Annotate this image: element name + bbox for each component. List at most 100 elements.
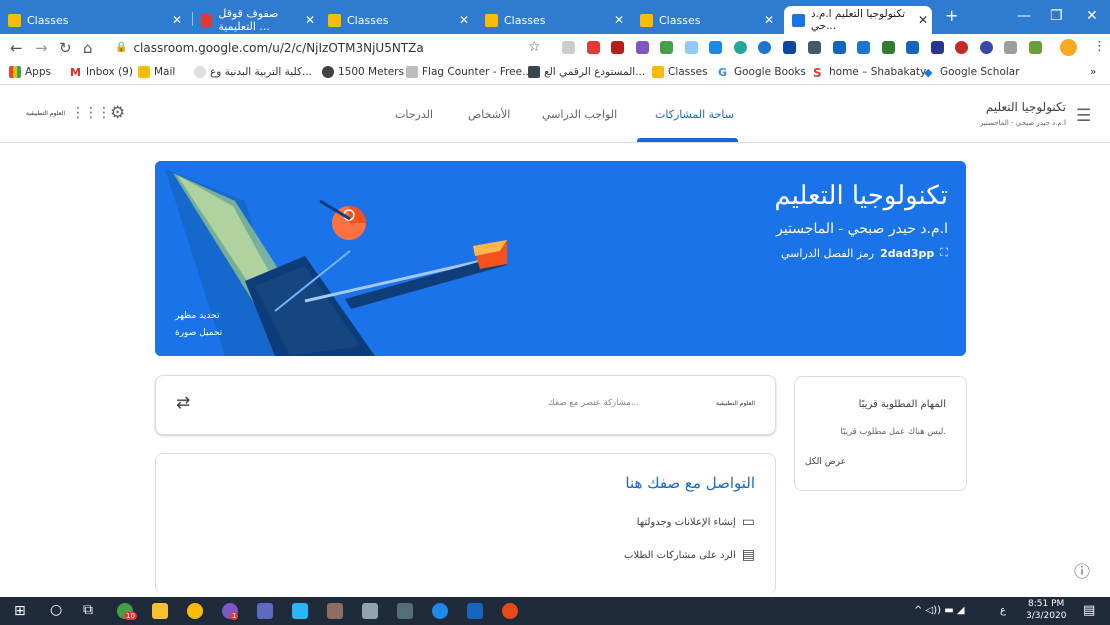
banner-class-section: ا.م.د حيدر صبحي - الماجستير	[776, 221, 948, 237]
upload-photo-link[interactable]: تحميل صورة	[175, 328, 222, 338]
close-tab-icon[interactable]: ✕	[305, 13, 315, 27]
clock-time[interactable]: 8:51 PM	[1028, 599, 1064, 609]
settings-gear-icon[interactable]: ⚙	[110, 103, 125, 123]
bookmark-shabakaty[interactable]: S home – Shabakaty	[813, 66, 926, 80]
file-explorer-icon[interactable]	[152, 603, 168, 619]
bookmark-repository[interactable]: المستودع الرقمي الع...	[528, 66, 645, 78]
share-input-placeholder[interactable]: مشاركة عنصر مع صفك...	[548, 398, 639, 408]
extension-icon[interactable]	[906, 41, 919, 54]
browser-tab[interactable]: صفوف قوقل التعليمية ... ✕	[193, 6, 319, 34]
bookmark-apps[interactable]: Apps	[9, 66, 51, 78]
profile-avatar-icon[interactable]	[1060, 39, 1077, 56]
home-icon[interactable]: ⌂	[83, 39, 93, 57]
bookmark-star-icon[interactable]: ☆	[528, 39, 541, 55]
powerpoint-icon[interactable]	[502, 603, 518, 619]
bookmark-label: Flag Counter - Free...	[422, 66, 533, 78]
address-bar[interactable]: 🔒 classroom.google.com/u/2/c/NjIzOTM3NjU…	[115, 37, 545, 58]
clock-date[interactable]: 3/3/2020	[1026, 611, 1066, 621]
class-code-value[interactable]: 2dad3pp	[880, 247, 934, 260]
classroom-header: العلوم التطبيقية ⋮⋮⋮ ⚙ الدرجات الأشخاص ا…	[0, 85, 1110, 143]
minimize-icon[interactable]: —	[1017, 8, 1031, 24]
input-language[interactable]: ع	[1000, 605, 1006, 616]
tab-grades[interactable]: الدرجات	[395, 108, 433, 121]
close-tab-icon[interactable]: ✕	[459, 13, 469, 27]
app-icon[interactable]	[327, 603, 343, 619]
app-icon[interactable]	[257, 603, 273, 619]
extension-icon[interactable]	[734, 41, 747, 54]
chrome-icon[interactable]	[187, 603, 203, 619]
extension-icon[interactable]	[857, 41, 870, 54]
account-label[interactable]: العلوم التطبيقية	[26, 110, 65, 117]
fullscreen-code-icon[interactable]: ⛶	[940, 246, 948, 260]
checkmark-extension-icon[interactable]	[660, 41, 673, 54]
extension-icon[interactable]	[955, 41, 968, 54]
restore-icon[interactable]: ❐	[1050, 8, 1063, 24]
extension-icon[interactable]	[1029, 41, 1042, 54]
apps-grid-icon[interactable]: ⋮⋮⋮	[71, 105, 111, 121]
extension-icon[interactable]	[1004, 41, 1017, 54]
start-windows-icon[interactable]: ⊞	[14, 603, 26, 619]
tab-classwork[interactable]: الواجب الدراسي	[542, 108, 617, 121]
outlook-icon[interactable]	[467, 603, 483, 619]
main-menu-icon[interactable]: ☰	[1076, 106, 1091, 126]
bookmark-google-books[interactable]: G Google Books	[718, 66, 806, 79]
class-code-label: رمز الفصل الدراسي	[781, 246, 875, 260]
bookmark-mail[interactable]: Mail	[138, 66, 175, 78]
close-tab-icon[interactable]: ✕	[918, 13, 928, 27]
menu-kebab-icon[interactable]: ⋮	[1093, 39, 1106, 54]
extension-icon[interactable]	[758, 41, 771, 54]
task-view-icon[interactable]: ⧉	[83, 602, 93, 618]
tab-people[interactable]: الأشخاص	[468, 108, 510, 121]
class-name: تكنولوجيا التعليم	[985, 100, 1066, 114]
app-icon[interactable]	[362, 603, 378, 619]
extension-icon[interactable]	[587, 41, 600, 54]
tray-icons[interactable]: ^ ◁)) ▬ ◢	[914, 605, 965, 616]
extension-icon[interactable]	[611, 41, 624, 54]
help-icon[interactable]: ⓘ	[1074, 558, 1090, 582]
bookmark-inbox[interactable]: M Inbox (9)	[70, 66, 133, 79]
extension-icon[interactable]	[980, 41, 993, 54]
close-tab-icon[interactable]: ✕	[172, 13, 182, 27]
reload-icon[interactable]: ↻	[59, 39, 72, 57]
extension-icon[interactable]	[882, 41, 895, 54]
extension-icon[interactable]	[709, 41, 722, 54]
browser-tab[interactable]: Classes ✕	[320, 6, 477, 34]
select-theme-link[interactable]: تحديد مظهر	[175, 311, 219, 321]
bookmark-college[interactable]: كلية التربية البدنية وع...	[194, 66, 312, 78]
extension-icon[interactable]	[636, 41, 649, 54]
bookmark-label: Classes	[668, 66, 708, 78]
extension-icon[interactable]	[562, 41, 575, 54]
view-all-link[interactable]: عرض الكل	[805, 457, 846, 467]
browser-tab[interactable]: Classes ✕	[632, 6, 782, 34]
new-tab-button[interactable]: +	[945, 6, 958, 25]
close-tab-icon[interactable]: ✕	[764, 13, 774, 27]
browser-tab-active[interactable]: تكنولوجيا التعليم ا.م.د حي... ✕	[784, 6, 932, 34]
extension-icon[interactable]	[783, 41, 796, 54]
browser-tab[interactable]: Classes ✕	[477, 6, 632, 34]
bookmark-1500-meters[interactable]: 1500 Meters	[322, 66, 404, 78]
bookmark-classes[interactable]: Classes	[652, 66, 708, 78]
notifications-icon[interactable]: ▤	[1083, 603, 1095, 618]
browser-tab-title: Classes	[347, 13, 389, 27]
repost-icon[interactable]: ⇄	[176, 393, 190, 413]
tab-stream[interactable]: ساحة المشاركات	[655, 108, 734, 121]
extension-icon[interactable]	[808, 41, 821, 54]
app-icon[interactable]	[432, 603, 448, 619]
extension-icon[interactable]	[685, 41, 698, 54]
bookmark-google-scholar[interactable]: ◆ Google Scholar	[924, 66, 1020, 79]
browser-tab[interactable]: Classes ✕	[0, 6, 190, 34]
share-with-class-box[interactable]: ⇄ مشاركة عنصر مع صفك... العلوم التطبيقية	[155, 375, 776, 435]
bookmarks-overflow-button[interactable]: »	[1090, 66, 1096, 78]
banner-class-title: تكنولوجيا التعليم	[774, 181, 948, 211]
extension-icon[interactable]	[931, 41, 944, 54]
close-tab-icon[interactable]: ✕	[614, 13, 624, 27]
search-circle-icon[interactable]: ○	[50, 602, 62, 618]
class-section: ا.م.د حيدر صبحي - الماجستير	[979, 119, 1066, 127]
forward-icon[interactable]: →	[35, 39, 48, 57]
back-icon[interactable]: ←	[10, 39, 23, 57]
calculator-icon[interactable]	[397, 603, 413, 619]
close-window-icon[interactable]: ✕	[1086, 8, 1098, 24]
edge-icon[interactable]	[292, 603, 308, 619]
bookmark-flag-counter[interactable]: Flag Counter - Free...	[406, 66, 532, 78]
extension-icon[interactable]	[833, 41, 846, 54]
